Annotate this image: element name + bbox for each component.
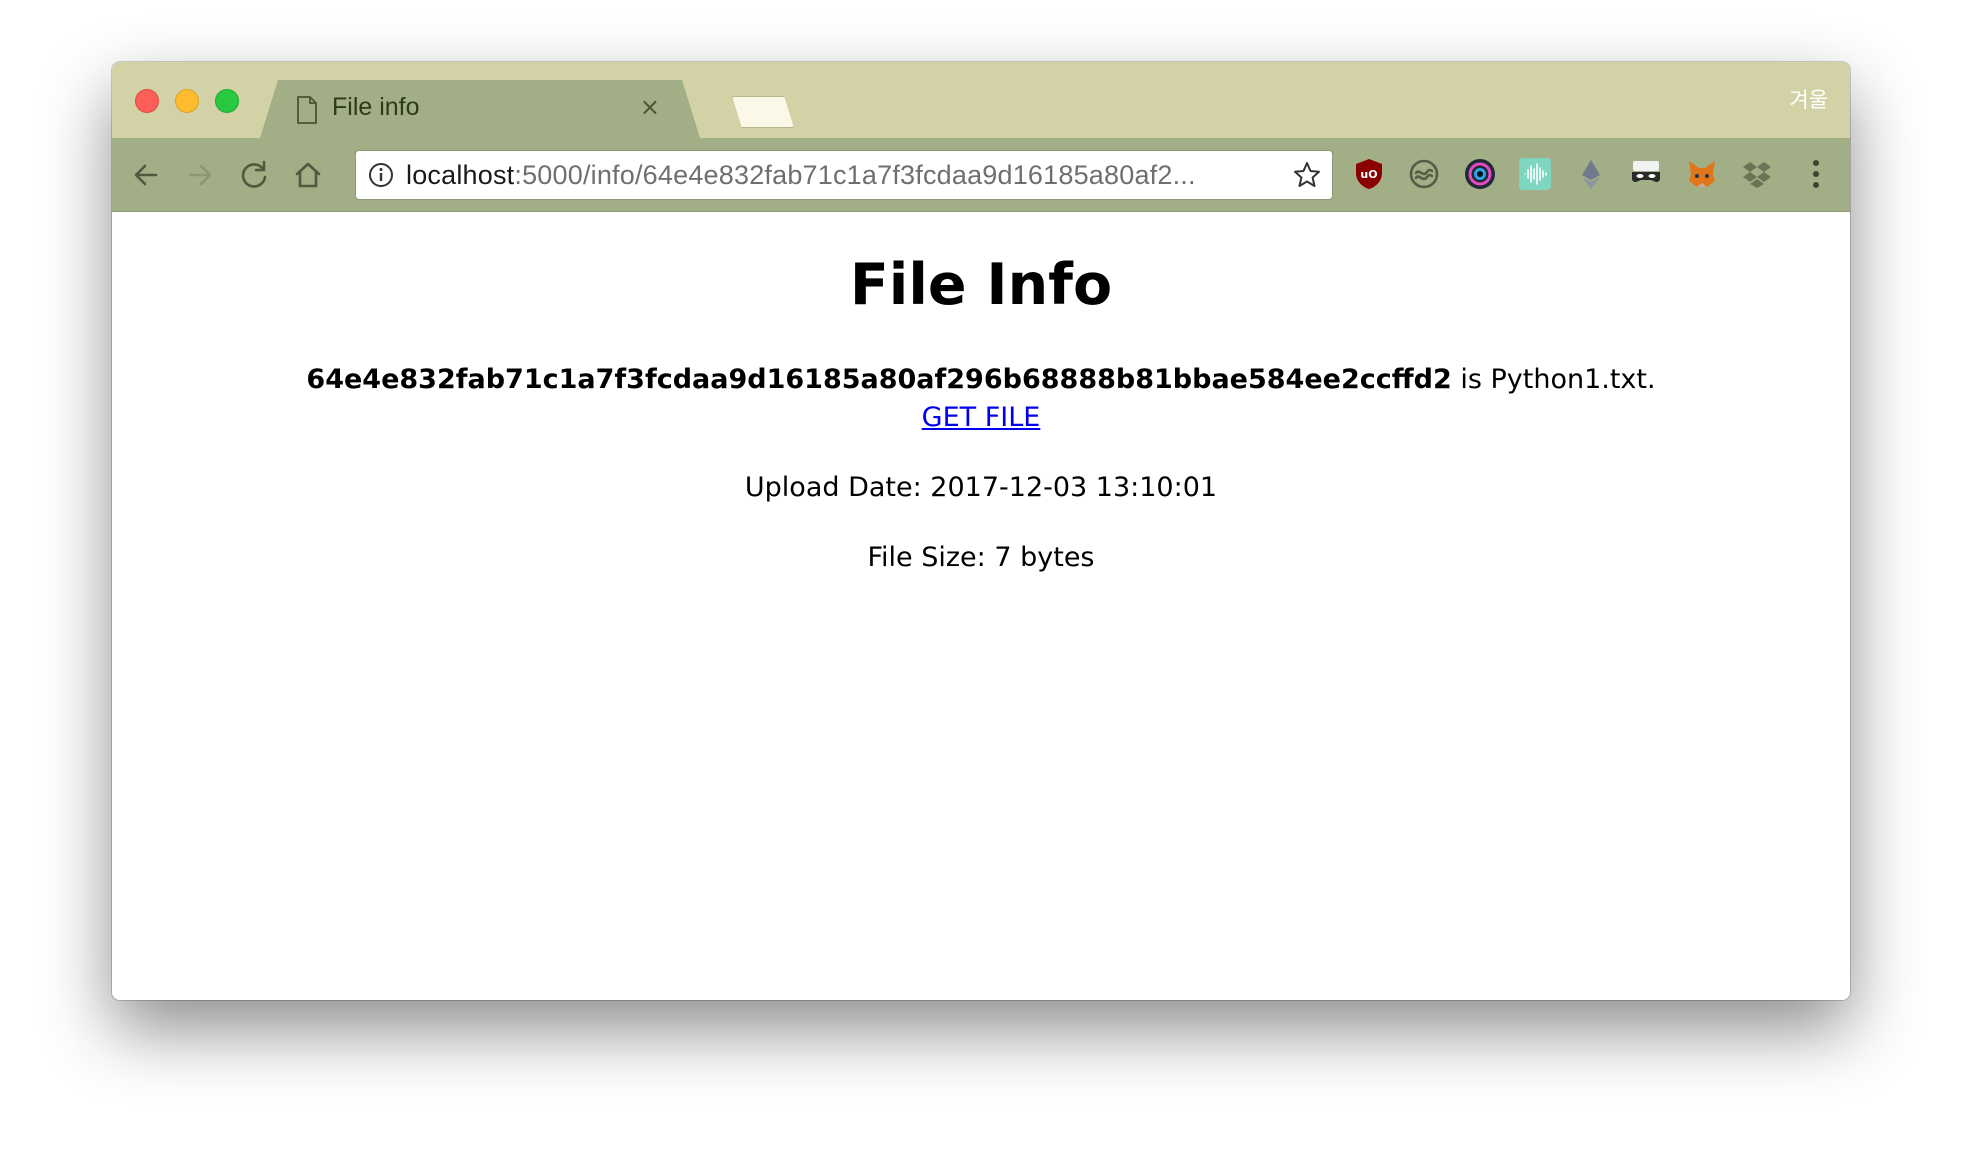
close-window-button[interactable]: [135, 89, 159, 113]
home-icon[interactable]: [290, 157, 326, 193]
page-content: File Info 64e4e832fab71c1a7f3fcdaa9d1618…: [112, 212, 1850, 1000]
metamask-fox-icon[interactable]: [1685, 157, 1719, 191]
reload-icon[interactable]: [236, 157, 272, 193]
svg-text:uO: uO: [1360, 168, 1377, 181]
profile-name[interactable]: 겨울: [1789, 84, 1828, 114]
tab-title: File info: [332, 93, 420, 121]
browser-toolbar: localhost:5000/info/64e4e832fab71c1a7f3f…: [112, 138, 1850, 212]
browser-window: File info × 겨울 localhost:5000/info/64e4e…: [112, 62, 1850, 1000]
url-host: localhost: [406, 160, 515, 190]
camera-lens-icon[interactable]: [1463, 157, 1497, 191]
get-file-row: GET FILE: [112, 400, 1850, 436]
ublock-icon[interactable]: uO: [1352, 157, 1386, 191]
title-bar: File info × 겨울: [112, 62, 1850, 138]
more-menu-icon[interactable]: [1812, 159, 1820, 189]
page-title: File Info: [849, 252, 1113, 318]
document-icon: [297, 96, 317, 124]
audio-wave-icon[interactable]: [1518, 157, 1552, 191]
maximize-window-button[interactable]: [215, 89, 239, 113]
dropbox-icon[interactable]: [1740, 157, 1774, 191]
address-bar[interactable]: localhost:5000/info/64e4e832fab71c1a7f3f…: [355, 150, 1333, 200]
minimize-window-button[interactable]: [175, 89, 199, 113]
url-text[interactable]: localhost:5000/info/64e4e832fab71c1a7f3f…: [406, 160, 1196, 191]
mask-icon[interactable]: [1629, 157, 1663, 191]
url-path: :5000/info/64e4e832fab71c1a7f3fcdaa9d161…: [514, 160, 1196, 190]
info-icon[interactable]: [368, 162, 394, 188]
sync-icon[interactable]: [1407, 157, 1441, 191]
back-arrow-icon[interactable]: [128, 157, 164, 193]
bookmark-star-icon[interactable]: [1292, 160, 1322, 190]
file-name-text: is Python1.txt.: [1451, 364, 1656, 395]
get-file-link[interactable]: GET FILE: [922, 402, 1041, 433]
file-size: File Size: 7 bytes: [867, 542, 1095, 573]
file-hash: 64e4e832fab71c1a7f3fcdaa9d16185a80af296b…: [306, 364, 1452, 395]
tab-close-icon[interactable]: ×: [640, 95, 660, 119]
tab-file-info[interactable]: File info ×: [260, 80, 700, 138]
forward-arrow-icon[interactable]: [182, 157, 218, 193]
new-tab-button[interactable]: [732, 96, 794, 128]
file-name-line: 64e4e832fab71c1a7f3fcdaa9d16185a80af296b…: [112, 362, 1850, 398]
ethereum-icon[interactable]: [1574, 157, 1608, 191]
upload-date: Upload Date: 2017-12-03 13:10:01: [744, 472, 1218, 503]
